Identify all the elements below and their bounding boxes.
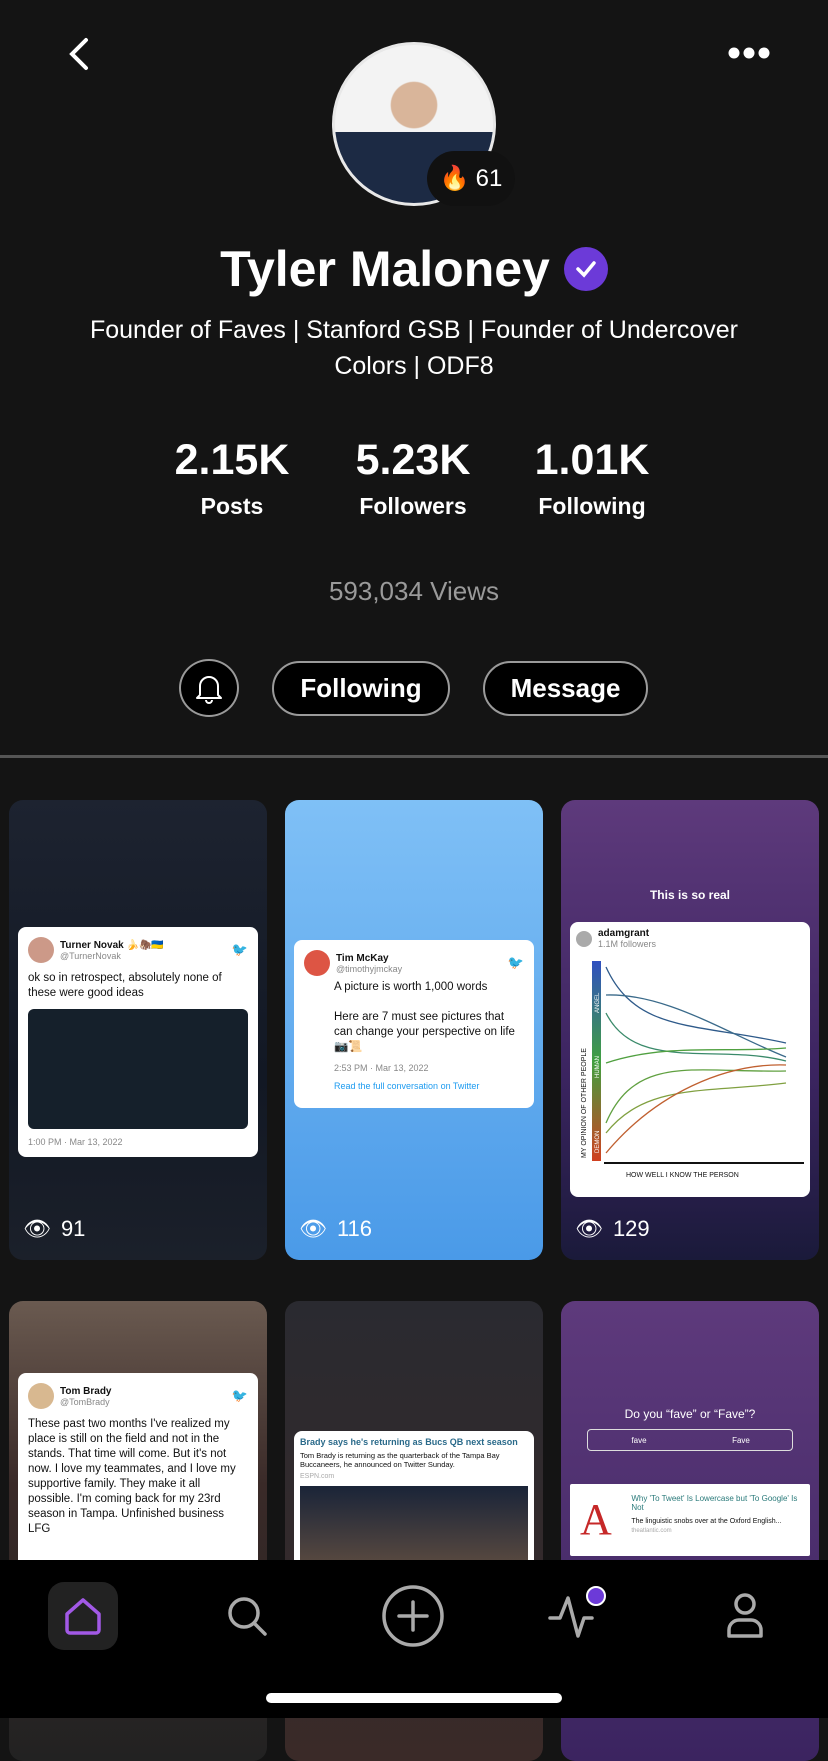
poll-option[interactable]: Fave	[690, 1430, 792, 1450]
notifications-bell-button[interactable]	[179, 659, 239, 717]
article-embed: A Why 'To Tweet' Is Lowercase but 'To Go…	[570, 1484, 810, 1556]
back-button[interactable]	[62, 34, 98, 74]
article-embed: Brady says he's returning as Bucs QB nex…	[294, 1431, 534, 1581]
article-text: Tom Brady is returning as the quarterbac…	[300, 1451, 500, 1469]
instagram-embed: adamgrant 1.1M followers MY OPINION OF OT…	[570, 922, 810, 1197]
verified-icon	[563, 247, 608, 291]
profile-name: Tyler Maloney	[220, 241, 550, 297]
post-avatar	[576, 930, 592, 947]
tweet-link: Read the full conversation on Twitter	[334, 1081, 480, 1091]
stat-value: 1.01K	[534, 436, 650, 484]
divider	[0, 755, 828, 758]
stat-value: 2.15K	[174, 436, 290, 484]
article-text: The linguistic snobs over at the Oxford …	[631, 1518, 782, 1525]
more-dots-icon	[728, 47, 770, 59]
tweet-time: 1:00 PM · Mar 13, 2022	[28, 1137, 123, 1147]
bell-icon	[196, 676, 222, 704]
profile-name-row: Tyler Maloney	[0, 240, 828, 298]
post-card[interactable]: Tim McKay @timothyjmckay 🐦 A picture is wo…	[285, 800, 543, 1260]
article-source: theatlantic.com	[631, 1528, 672, 1534]
tweet-image	[28, 1009, 248, 1129]
stat-posts[interactable]: 2.15K Posts	[142, 436, 322, 520]
home-icon	[65, 1598, 101, 1635]
article-image	[300, 1486, 528, 1566]
streak-count: 61	[475, 164, 503, 192]
post-card[interactable]: Turner Novak 🍌🦣🇺🇦 @TurnerNovak 🐦 ok so in …	[9, 800, 267, 1260]
tab-activity[interactable]	[543, 1582, 613, 1650]
total-views: 593,034 Views	[328, 576, 500, 606]
poll-question: Do you “fave” or “Fave”?	[624, 1407, 756, 1421]
activity-icon	[548, 1586, 606, 1638]
level-label: HUMAN	[595, 1056, 601, 1078]
tweet-text: A picture is worth 1,000 words Here are …	[334, 981, 515, 1053]
article-source: ESPN.com	[300, 1473, 335, 1480]
post-caption: This is so real	[649, 888, 731, 902]
tweet-embed: Tim McKay @timothyjmckay 🐦 A picture is wo…	[294, 940, 534, 1108]
tweet-avatar	[28, 1383, 54, 1409]
view-count: 129	[612, 1216, 650, 1241]
twitter-icon: 🐦	[507, 955, 524, 970]
eye-icon: 👁	[23, 1216, 51, 1241]
tab-profile[interactable]	[710, 1582, 780, 1650]
view-count: 91	[60, 1216, 86, 1241]
stat-following[interactable]: 1.01K Following	[502, 436, 682, 520]
x-axis-label: HOW WELL I KNOW THE PERSON	[626, 1172, 739, 1179]
tweet-handle: @TurnerNovak	[60, 950, 121, 961]
tweet-handle: @TomBrady	[60, 1396, 110, 1407]
plus-circle-icon	[382, 1585, 444, 1647]
tab-create[interactable]	[378, 1582, 448, 1650]
post-views: 👁 129	[575, 1216, 650, 1242]
streak-badge: 🔥 61	[427, 151, 515, 206]
post-followers: 1.1M followers	[598, 939, 657, 949]
twitter-icon: 🐦	[231, 1388, 248, 1403]
tab-search[interactable]	[212, 1582, 282, 1650]
article-title: Why 'To Tweet' Is Lowercase but 'To Goog…	[631, 1494, 798, 1512]
view-count: 116	[336, 1216, 373, 1241]
tweet-author: Tom Brady	[60, 1385, 112, 1397]
twitter-icon: 🐦	[231, 942, 248, 957]
stat-label: Posts	[200, 493, 264, 519]
y-axis-label: MY OPINION OF OTHER PEOPLE	[581, 1048, 588, 1158]
tweet-embed: Tom Brady @TomBrady 🐦 These past two month…	[18, 1373, 258, 1573]
stat-value: 5.23K	[355, 436, 471, 484]
chevron-left-icon	[69, 38, 88, 70]
tweet-avatar	[28, 937, 54, 963]
article-title: Brady says he's returning as Bucs QB nex…	[300, 1437, 518, 1447]
stat-followers[interactable]: 5.23K Followers	[323, 436, 503, 520]
post-views: 👁 116	[299, 1216, 372, 1242]
stat-label: Following	[538, 493, 646, 519]
message-button[interactable]: Message	[483, 661, 648, 716]
opinion-graph: MY OPINION OF OTHER PEOPLE ANGEL HUMAN D…	[581, 961, 804, 1179]
search-icon	[228, 1597, 267, 1636]
tweet-embed: Turner Novak 🍌🦣🇺🇦 @TurnerNovak 🐦 ok so in …	[18, 927, 258, 1157]
level-label: DEMON	[595, 1131, 601, 1153]
tweet-handle: @timothyjmckay	[336, 963, 403, 974]
tab-home[interactable]	[48, 1582, 118, 1650]
post-views: 👁 91	[23, 1216, 85, 1242]
tweet-text: These past two months I've realized my p…	[28, 1418, 236, 1535]
tweet-author: Tim McKay	[336, 952, 389, 964]
more-button[interactable]	[724, 40, 774, 66]
fire-icon: 🔥	[439, 165, 470, 192]
notification-dot	[586, 1586, 606, 1606]
home-indicator[interactable]	[266, 1693, 562, 1703]
level-label: ANGEL	[595, 992, 601, 1013]
tweet-text: ok so in retrospect, absolutely none of …	[28, 972, 222, 999]
poll-option[interactable]: fave	[588, 1430, 690, 1450]
tweet-time: 2:53 PM · Mar 13, 2022	[334, 1063, 429, 1073]
post-card[interactable]: This is so real adamgrant 1.1M followers …	[561, 800, 819, 1260]
stat-label: Followers	[359, 493, 467, 519]
eye-icon: 👁	[299, 1216, 327, 1241]
eye-icon: 👁	[575, 1216, 603, 1241]
following-button[interactable]: Following	[272, 661, 450, 716]
tweet-avatar	[304, 950, 330, 976]
atlantic-logo: A	[580, 1495, 612, 1544]
profile-bio: Founder of Faves | Stanford GSB | Founde…	[89, 316, 739, 380]
post-author: adamgrant	[598, 928, 650, 939]
person-icon	[727, 1593, 763, 1638]
tweet-author: Turner Novak 🍌🦣🇺🇦	[60, 939, 164, 951]
